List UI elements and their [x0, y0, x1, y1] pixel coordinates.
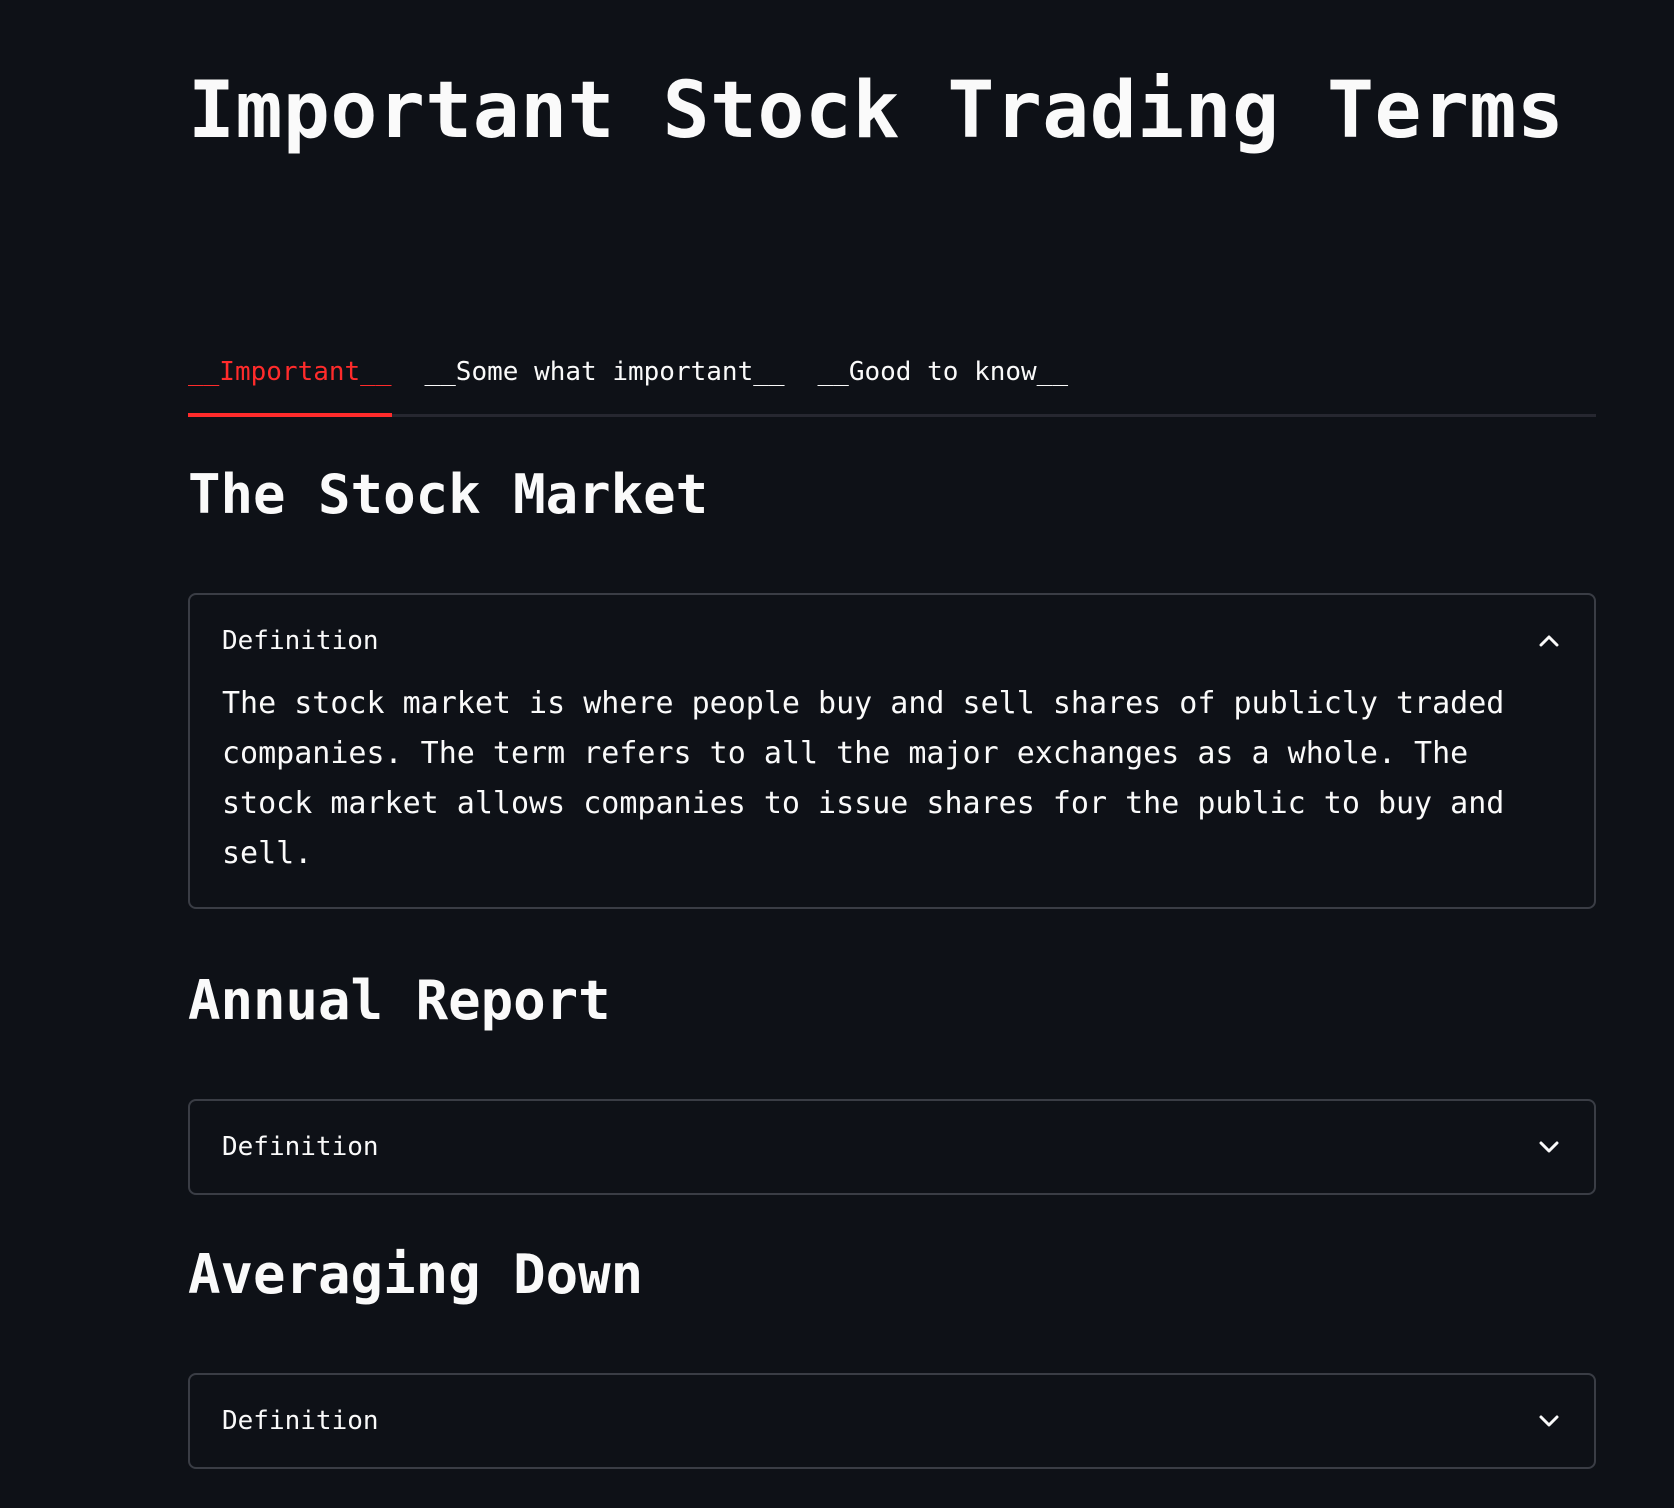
chevron-down-icon[interactable]	[1536, 1134, 1562, 1160]
expander-averaging-down: Definition	[188, 1373, 1596, 1469]
expander-label: Definition	[222, 1132, 379, 1162]
expander-header[interactable]: Definition	[190, 1101, 1594, 1193]
tab-some-what-important[interactable]: __Some what important__	[425, 350, 785, 414]
tab-bar: __Important__ __Some what important__ __…	[188, 350, 1596, 417]
expander-header[interactable]: Definition	[190, 1375, 1594, 1467]
expander-annual-report: Definition	[188, 1099, 1596, 1195]
section-heading-stock-market: The Stock Market	[188, 463, 709, 526]
section-heading-annual-report: Annual Report	[188, 969, 611, 1032]
expander-label: Definition	[222, 1406, 379, 1436]
tab-important[interactable]: __Important__	[188, 350, 392, 417]
expander-label: Definition	[222, 626, 379, 656]
expander-header[interactable]: Definition	[190, 595, 1594, 687]
page-title: Important Stock Trading Terms	[188, 66, 1565, 156]
chevron-down-icon[interactable]	[1536, 1408, 1562, 1434]
section-heading-averaging-down: Averaging Down	[188, 1243, 644, 1306]
tab-good-to-know[interactable]: __Good to know__	[818, 350, 1068, 414]
chevron-up-icon[interactable]	[1536, 628, 1562, 654]
expander-stock-market: Definition The stock market is where peo…	[188, 593, 1596, 909]
expander-body: The stock market is where people buy and…	[222, 686, 1505, 871]
